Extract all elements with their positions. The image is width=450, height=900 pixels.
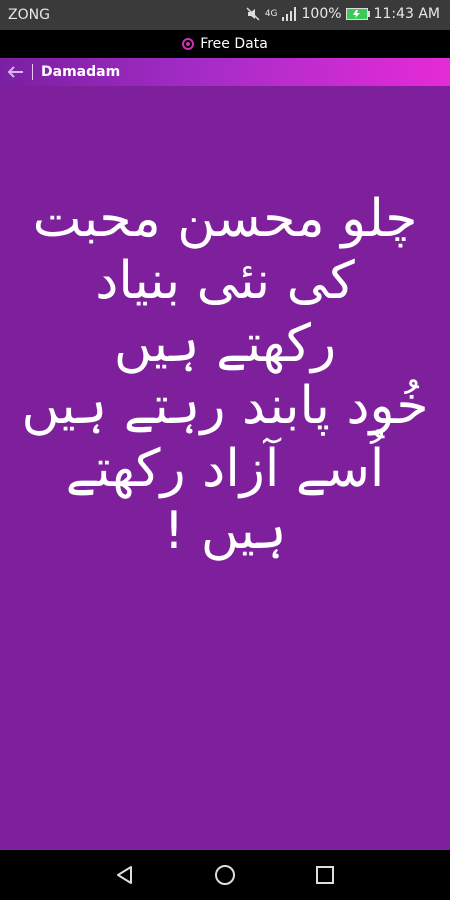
app-bar: Damadam	[0, 58, 450, 86]
poem-line-1: چلو محسن محبت	[32, 189, 418, 249]
recent-apps-nav-icon[interactable]	[312, 862, 338, 888]
poem-line-4: خُود پابند رہتے ہیں	[21, 376, 429, 437]
home-nav-icon[interactable]	[212, 862, 238, 888]
free-data-banner[interactable]: Free Data	[0, 30, 450, 58]
poem-line-2: کی نئی بنیاد	[95, 251, 355, 312]
back-nav-icon[interactable]	[112, 862, 138, 888]
network-type: 4G	[264, 9, 278, 19]
poem-line-3: رکھتے ہیں	[113, 313, 337, 374]
navigation-bar	[0, 850, 450, 900]
status-bar: ZONG 4G 100% 11:43 AM	[0, 0, 450, 30]
battery-percent: 100%	[301, 6, 342, 22]
signal-icon	[281, 7, 298, 21]
clock: 11:43 AM	[373, 6, 440, 22]
poem-line-5: اُسے آزاد رکھتے	[65, 438, 385, 499]
free-data-icon	[182, 38, 195, 50]
carrier-name: ZONG	[8, 7, 50, 23]
mute-icon	[245, 6, 261, 22]
app-title: Damadam	[41, 64, 121, 80]
app-bar-divider	[32, 64, 33, 80]
free-data-label: Free Data	[200, 36, 268, 52]
poem-line-6: ہیں !	[163, 500, 287, 561]
post-content: چلو محسن محبت کی نئی بنیاد رکھتے ہیں خُو…	[0, 86, 450, 850]
battery-icon	[345, 8, 370, 20]
status-icons: 4G 100% 11:43 AM	[245, 6, 440, 22]
back-arrow-icon[interactable]	[0, 58, 32, 86]
poem-text: چلو محسن محبت کی نئی بنیاد رکھتے ہیں خُو…	[10, 188, 440, 562]
